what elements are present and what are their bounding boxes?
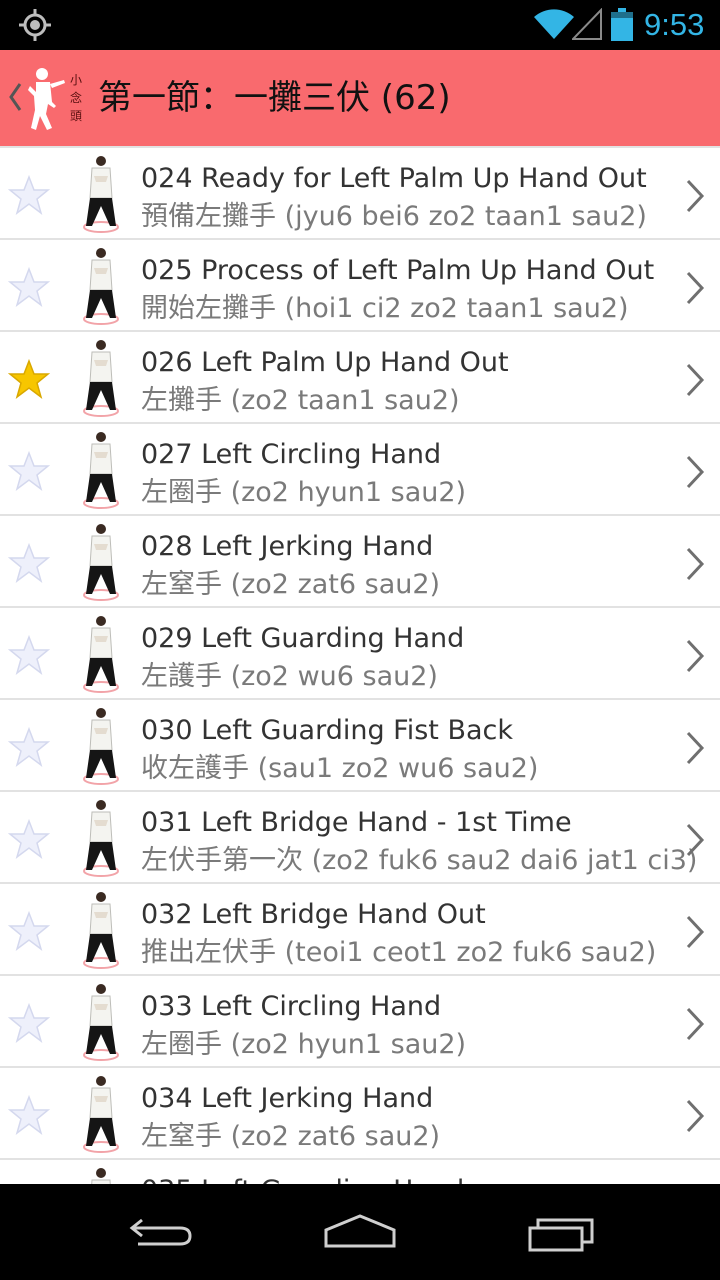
- pose-thumbnail: [91, 1168, 111, 1184]
- item-title: 029 Left Guarding Hand: [141, 623, 465, 654]
- pose-thumbnail: [83, 248, 119, 325]
- star-outline-icon[interactable]: [8, 267, 50, 307]
- pose-thumbnail: [83, 524, 119, 601]
- item-title: 028 Left Jerking Hand: [141, 531, 434, 562]
- chevron-right-icon: [686, 639, 705, 673]
- star-outline-icon[interactable]: [8, 1003, 50, 1043]
- item-title: 031 Left Bridge Hand - 1st Time: [141, 807, 572, 838]
- item-title: 032 Left Bridge Hand Out: [141, 899, 486, 930]
- page-title: 第一節：一攤三伏 (62): [98, 78, 451, 118]
- wifi-icon: [534, 9, 574, 40]
- list-item[interactable]: 030 Left Guarding Fist Back 收左護手 (sau1 zo…: [0, 698, 720, 790]
- list-item[interactable]: 029 Left Guarding Hand 左護手 (zo2 wu6 sau2): [0, 606, 720, 698]
- item-subtitle: 開始左攤手 (hoi1 ci2 zo2 taan1 sau2): [141, 293, 629, 324]
- chevron-right-icon: [686, 731, 705, 765]
- item-title: 024 Ready for Left Palm Up Hand Out: [141, 163, 647, 194]
- list-item[interactable]: 025 Process of Left Palm Up Hand Out 開始左攤…: [0, 238, 720, 330]
- star-outline-icon[interactable]: [8, 175, 50, 215]
- svg-text:頭: 頭: [70, 109, 82, 123]
- pose-thumbnail: [83, 800, 119, 877]
- recent-apps-icon[interactable]: [522, 1208, 602, 1256]
- movement-list[interactable]: 024 Ready for Left Palm Up Hand Out 預備左攤手…: [0, 146, 720, 1184]
- star-outline-icon[interactable]: [8, 911, 50, 951]
- star-outline-icon[interactable]: [8, 819, 50, 859]
- star-outline-icon[interactable]: [8, 635, 50, 675]
- home-icon[interactable]: [320, 1208, 400, 1256]
- item-subtitle: 左伏手第一次 (zo2 fuk6 sau2 dai6 jat1 ci3): [141, 845, 698, 876]
- item-title: 027 Left Circling Hand: [141, 439, 442, 470]
- list-item[interactable]: 034 Left Jerking Hand 左窒手 (zo2 zat6 sau2): [0, 1066, 720, 1158]
- star-outline-icon[interactable]: [8, 543, 50, 583]
- item-title: 030 Left Guarding Fist Back: [141, 715, 514, 746]
- star-outline-icon[interactable]: [8, 1095, 50, 1135]
- chevron-right-icon: [686, 1099, 705, 1133]
- star-filled-icon[interactable]: [8, 359, 50, 399]
- list-item[interactable]: 032 Left Bridge Hand Out 推出左伏手 (teoi1 ceo…: [0, 882, 720, 974]
- item-title: 035 Left Guarding Hand: [141, 1172, 464, 1184]
- chevron-right-icon: [686, 455, 705, 489]
- chevron-right-icon: [686, 271, 705, 305]
- navigation-bar: [0, 1184, 720, 1280]
- pose-thumbnail: [83, 432, 119, 509]
- list-item[interactable]: 026 Left Palm Up Hand Out 左攤手 (zo2 taan1 …: [0, 330, 720, 422]
- chevron-right-icon: [686, 915, 705, 949]
- list-item[interactable]: 027 Left Circling Hand 左圈手 (zo2 hyun1 sau…: [0, 422, 720, 514]
- list-item[interactable]: 024 Ready for Left Palm Up Hand Out 預備左攤手…: [0, 146, 720, 238]
- item-subtitle: 左圈手 (zo2 hyun1 sau2): [141, 477, 467, 508]
- item-subtitle: 左窒手 (zo2 zat6 sau2): [141, 569, 441, 600]
- star-outline-icon[interactable]: [8, 727, 50, 767]
- svg-text:念: 念: [70, 90, 82, 105]
- item-subtitle: 左圈手 (zo2 hyun1 sau2): [141, 1029, 467, 1060]
- item-subtitle: 左護手 (zo2 wu6 sau2): [141, 661, 438, 692]
- app-logo-icon[interactable]: 小 念 頭: [26, 66, 84, 132]
- action-bar: 小 念 頭 第一節：一攤三伏 (62): [0, 50, 720, 146]
- list-item[interactable]: 031 Left Bridge Hand - 1st Time 左伏手第一次 (z…: [0, 790, 720, 882]
- item-subtitle: 左攤手 (zo2 taan1 sau2): [141, 385, 460, 416]
- svg-text:小: 小: [70, 73, 82, 87]
- back-icon[interactable]: [122, 1208, 202, 1256]
- chevron-right-icon: [686, 547, 705, 581]
- pose-thumbnail: [83, 616, 119, 693]
- pose-thumbnail: [83, 156, 119, 233]
- item-title: 033 Left Circling Hand: [141, 991, 442, 1022]
- signal-icon: [572, 8, 602, 40]
- item-subtitle: 收左護手 (sau1 zo2 wu6 sau2): [141, 753, 539, 784]
- list-item[interactable]: 033 Left Circling Hand 左圈手 (zo2 hyun1 sau…: [0, 974, 720, 1066]
- list-item[interactable]: 028 Left Jerking Hand 左窒手 (zo2 zat6 sau2): [0, 514, 720, 606]
- up-chevron-icon[interactable]: [8, 82, 22, 112]
- item-title: 026 Left Palm Up Hand Out: [141, 347, 509, 378]
- status-bar: 9:53: [0, 0, 720, 50]
- item-subtitle: 預備左攤手 (jyu6 bei6 zo2 taan1 sau2): [141, 201, 647, 232]
- pose-thumbnail: [83, 340, 119, 417]
- pose-thumbnail: [83, 892, 119, 969]
- star-outline-icon[interactable]: [8, 451, 50, 491]
- chevron-right-icon: [686, 363, 705, 397]
- status-time: 9:53: [644, 7, 705, 42]
- item-title: 025 Process of Left Palm Up Hand Out: [141, 255, 655, 286]
- list-item[interactable]: 035 Left Guarding Hand: [0, 1158, 720, 1184]
- gps-icon: [19, 9, 51, 41]
- pose-thumbnail: [83, 1076, 119, 1153]
- pose-thumbnail: [83, 984, 119, 1061]
- item-title: 034 Left Jerking Hand: [141, 1083, 434, 1114]
- chevron-right-icon: [686, 179, 705, 213]
- chevron-right-icon: [686, 823, 705, 857]
- battery-icon: [611, 8, 633, 41]
- item-subtitle: 左窒手 (zo2 zat6 sau2): [141, 1121, 441, 1152]
- item-subtitle: 推出左伏手 (teoi1 ceot1 zo2 fuk6 sau2): [141, 937, 657, 968]
- pose-thumbnail: [83, 708, 119, 785]
- chevron-right-icon: [686, 1007, 705, 1041]
